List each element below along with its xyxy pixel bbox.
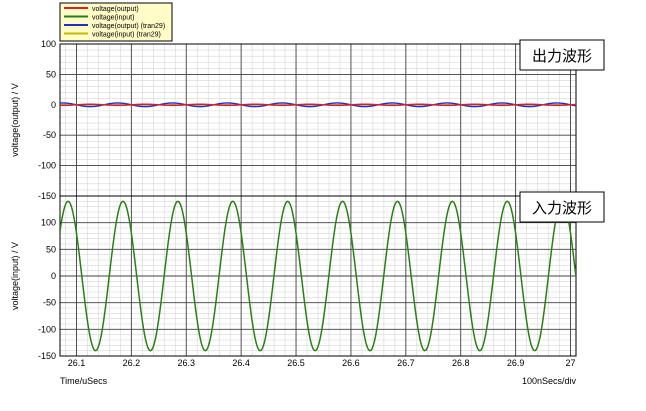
panel-bottom: -150 -100 -50 0 50 100 voltage(input) / V 入力波形 [10,191,605,361]
waveform-chart: -150 -100 -50 0 50 100 voltage(output) / V 出力波形… [0,0,646,406]
x-tick-label: 26.4 [232,358,250,368]
panel-top: -150 -100 -50 0 50 100 voltage(output) / V 出力波形 [10,39,605,201]
y-tick-label: 0 [51,100,56,110]
y-tick-label: -150 [38,191,56,201]
x-tick-label: 26.2 [123,358,141,368]
y-tick-label: -100 [38,324,56,334]
x-tick-label: 26.8 [452,358,470,368]
legend: voltage(output) voltage(input)voltage(out… [59,2,173,42]
x-axis-label: Time/uSecs [60,376,108,386]
y-tick-label: 50 [46,244,56,254]
y-tick-label: -50 [43,298,56,308]
x-tick-label: 26.9 [507,358,525,368]
chart-svg: -150 -100 -50 0 50 100 voltage(output) / V 出力波形… [10,2,605,386]
annotation-text: 入力波形 [532,199,592,217]
y-tick-label: 0 [51,271,56,281]
y-axis-label: voltage(output) / V [10,83,20,157]
annotation-text: 出力波形 [532,47,592,65]
y-tick-label: 100 [41,218,56,228]
legend-label: voltage(output) (tran29) [92,23,165,30]
x-tick-label: 26.3 [177,358,195,368]
legend-label: voltage(input) (tran29) [92,32,161,39]
y-tick-label: -100 [38,161,56,171]
x-tick-label: 26.5 [287,358,305,368]
x-scale-label: 100nSecs/div [522,376,577,386]
y-tick-label: -150 [38,351,56,361]
x-tick-label: 27 [566,358,576,368]
y-tick-label: 100 [41,39,56,49]
x-tick-label: 26.1 [68,358,86,368]
x-tick-label: 26.6 [342,358,360,368]
x-tick-label: 26.7 [397,358,415,368]
legend-label: voltage(output) [92,6,139,13]
y-axis-label: voltage(input) / V [10,242,20,310]
y-tick-label: 50 [46,69,56,79]
legend-label: voltage(input) [92,15,134,22]
y-tick-label: -50 [43,130,56,140]
